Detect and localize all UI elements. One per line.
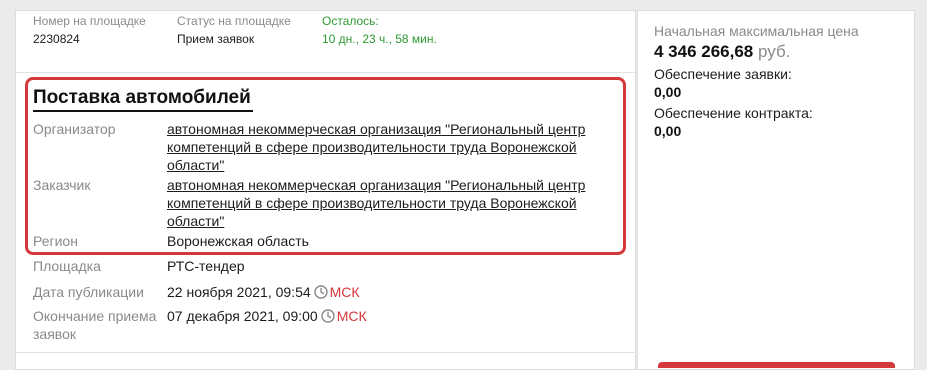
timezone-label: МСК	[336, 308, 367, 324]
publication-value: 22 ноября 2021, 09:54	[167, 284, 311, 300]
price-value: 4 346 266,68	[654, 42, 754, 61]
status-label: Статус на площадке	[177, 14, 291, 28]
meta-remaining: Осталось: 10 дн., 23 ч., 58 мин.	[322, 13, 437, 47]
remaining-value: 10 дн., 23 ч., 58 мин.	[322, 32, 437, 46]
action-button[interactable]	[658, 362, 895, 368]
price-label: Начальная максимальная цена	[654, 23, 859, 39]
region-label: Регион	[33, 233, 78, 249]
end-row: 07 декабря 2021, 09:00 МСК	[167, 307, 367, 327]
tender-title: Поставка автомобилей	[33, 87, 251, 108]
region-value: Воронежская область	[167, 233, 309, 249]
price-card	[637, 10, 915, 370]
contract-security-value: 0,00	[654, 123, 682, 139]
bid-security-label: Обеспечение заявки:	[654, 66, 792, 82]
organizer-link[interactable]: автономная некоммерческая организация "Р…	[167, 120, 607, 174]
meta-divider	[16, 72, 635, 73]
publication-row: 22 ноября 2021, 09:54 МСК	[167, 283, 360, 303]
number-value: 2230824	[33, 32, 80, 46]
platform-value: РТС-тендер	[167, 258, 245, 274]
clock-icon	[321, 309, 335, 327]
number-label: Номер на площадке	[33, 14, 146, 28]
customer-link[interactable]: автономная некоммерческая организация "Р…	[167, 176, 607, 230]
price-currency: руб.	[758, 42, 791, 61]
clock-icon	[313, 285, 328, 303]
bottom-divider	[15, 352, 636, 353]
contract-security-label: Обеспечение контракта:	[654, 105, 813, 121]
remaining-label: Осталось:	[322, 14, 379, 28]
organizer-label: Организатор	[33, 121, 116, 137]
platform-label: Площадка	[33, 258, 101, 274]
publication-label: Дата публикации	[33, 284, 144, 300]
customer-label: Заказчик	[33, 177, 91, 193]
timezone-label: МСК	[329, 284, 360, 300]
status-value: Прием заявок	[177, 32, 255, 46]
meta-number: Номер на площадке 2230824	[33, 13, 146, 47]
price-row: 4 346 266,68 руб.	[654, 42, 790, 62]
title-underline	[33, 110, 253, 112]
end-label: Окончание приема заявок	[33, 308, 157, 342]
meta-status: Статус на площадке Прием заявок	[177, 13, 291, 47]
end-value: 07 декабря 2021, 09:00	[167, 308, 318, 324]
bid-security-value: 0,00	[654, 84, 682, 100]
